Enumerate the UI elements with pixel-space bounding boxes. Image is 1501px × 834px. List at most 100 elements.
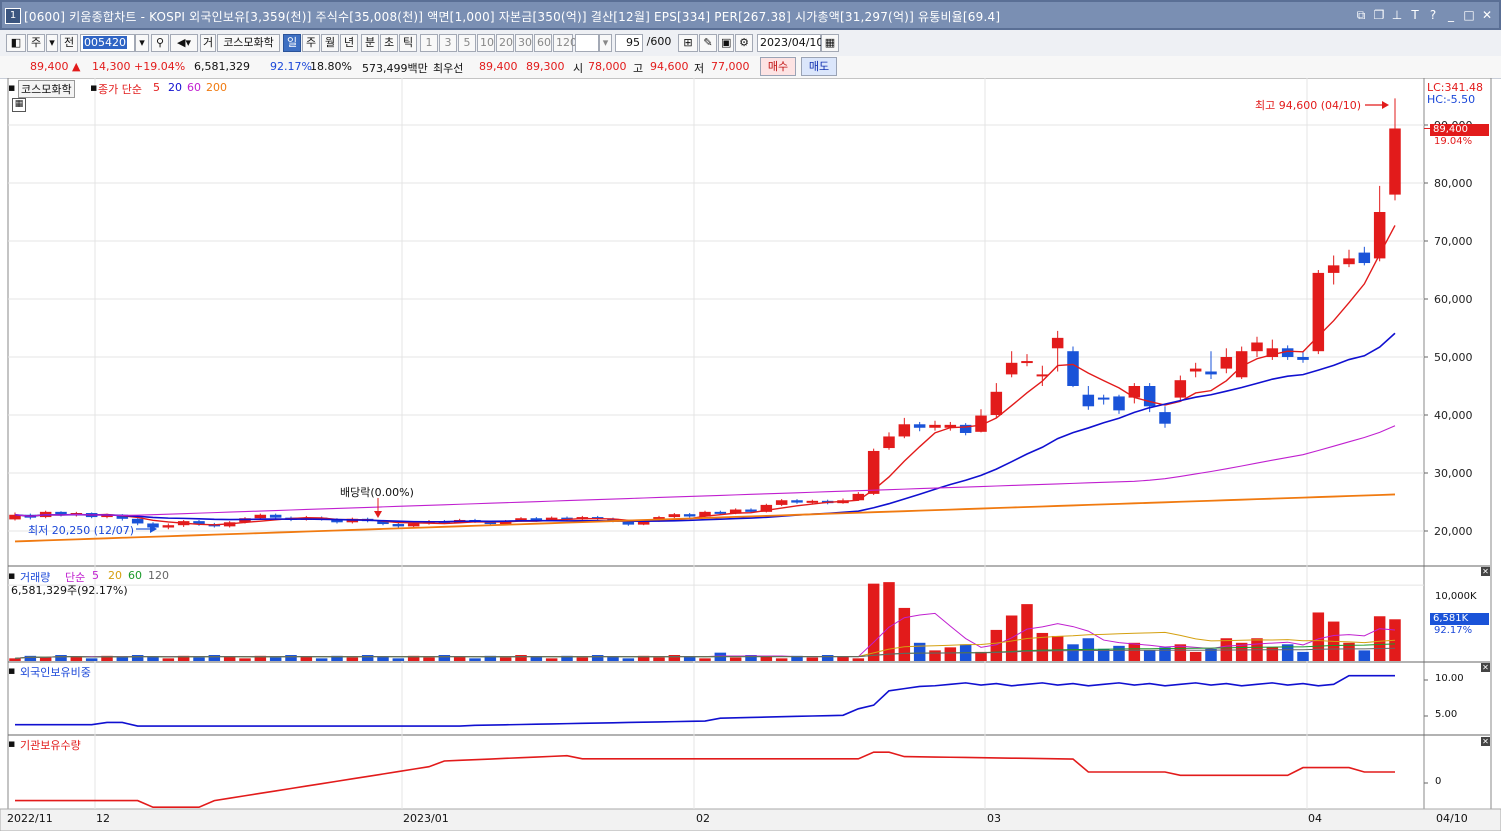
vol-ma20-legend[interactable]: 20 [108, 569, 122, 582]
quote-bar: 89,400 ▲ 14,300 +19.04% 6,581,329 92.17%… [0, 56, 1501, 79]
draw-tool-icon[interactable]: ✎ [699, 34, 717, 52]
candle-body [1205, 371, 1217, 375]
volume-bar [423, 657, 435, 661]
inst-title[interactable]: 기관보유수량 [20, 737, 81, 753]
minute-5-button[interactable]: 5 [458, 34, 476, 52]
stock-name-label: 코스모화학 [217, 34, 280, 52]
prev-button[interactable]: 전 [60, 34, 78, 52]
dividend-annotation: 배당락(0.00%) [340, 486, 414, 499]
stock-tag[interactable]: 코스모화학 [18, 80, 75, 98]
volume-bar [469, 658, 481, 661]
custom-interval-input[interactable] [575, 34, 599, 52]
minute-120-button[interactable]: 120 [553, 34, 577, 52]
x-right-label: 04/10 [1436, 812, 1468, 825]
ma5-legend[interactable]: 5 [153, 81, 160, 94]
vol-ma60-legend[interactable]: 60 [128, 569, 142, 582]
inst-close-icon[interactable]: ✕ [1481, 737, 1490, 746]
period-selector[interactable]: 주 [27, 34, 45, 52]
candle-body [1082, 394, 1095, 407]
volume-bar [300, 656, 313, 661]
price-y-tick-label: 60,000 [1434, 293, 1473, 306]
high-price: 94,600 [650, 60, 689, 73]
foreign-title[interactable]: 외국인보유비중 [20, 664, 91, 680]
link-icon[interactable]: ⧉ [1355, 8, 1367, 23]
ma200-legend[interactable]: 200 [206, 81, 227, 94]
custom-interval-dropdown-icon[interactable]: ▾ [599, 34, 612, 52]
window-number-icon[interactable]: 1 [5, 8, 21, 24]
minute-30-button[interactable]: 30 [515, 34, 533, 52]
minimize-icon[interactable]: _ [1445, 8, 1457, 23]
count-input[interactable]: 95 [615, 34, 643, 52]
vol-ma5-legend[interactable]: 5 [92, 569, 99, 582]
save-icon[interactable]: ▣ [718, 34, 734, 52]
close-icon[interactable]: ✕ [1481, 8, 1493, 23]
minute-1-button[interactable]: 1 [420, 34, 438, 52]
settings-icon[interactable]: ⚙ [735, 34, 753, 52]
price-y-tick-label: 40,000 [1434, 409, 1473, 422]
window-title: [0600] 키움종합차트 - KOSPI 외국인보유[3,359(천)] 주식… [24, 10, 1001, 24]
panel-marker-icon[interactable]: ▪ [8, 81, 15, 94]
plot-frame [7, 77, 1425, 810]
code-dropdown-icon[interactable]: ▾ [135, 34, 149, 52]
pin-icon[interactable]: ⊥ [1391, 8, 1403, 23]
foreign-y-tick-10: 10.00 [1435, 673, 1464, 684]
speaker-icon[interactable]: ◀▾ [170, 34, 198, 52]
volume-bar [377, 656, 389, 661]
interval-second-tab[interactable]: 초 [380, 34, 398, 52]
table-view-icon[interactable]: ▦ [12, 98, 26, 112]
candle-body [1021, 361, 1033, 364]
candle-body [867, 450, 880, 494]
period-dropdown-icon[interactable]: ▾ [46, 34, 58, 52]
interval-tick-tab[interactable]: 틱 [399, 34, 417, 52]
interval-month-tab[interactable]: 월 [321, 34, 339, 52]
buy-button[interactable]: 매수 [760, 57, 796, 76]
volume-bar [70, 656, 83, 661]
close-legend[interactable]: 종가 단순 [98, 81, 142, 97]
chart-menu-icon[interactable]: ◧ [6, 34, 26, 52]
price-chart-svg[interactable]: 90,00080,00070,00060,00050,00040,00030,0… [0, 77, 1501, 832]
minute-10-button[interactable]: 10 [477, 34, 495, 52]
volume-close-icon[interactable]: ✕ [1481, 567, 1490, 576]
volume-bar [1373, 616, 1386, 661]
candle-body [162, 525, 175, 528]
chart-area[interactable]: 90,00080,00070,00060,00050,00040,00030,0… [0, 77, 1501, 832]
maximize-icon[interactable]: □ [1463, 8, 1475, 23]
volume-bar [821, 655, 834, 661]
search-icon[interactable]: ⚲ [151, 34, 169, 52]
minute-3-button[interactable]: 3 [439, 34, 457, 52]
calendar-icon[interactable]: ▦ [821, 34, 839, 52]
sell-button[interactable]: 매도 [801, 57, 837, 76]
trade-button[interactable]: 거 [200, 34, 216, 52]
candle-body [1251, 342, 1263, 352]
restore-icon[interactable]: ❐ [1373, 8, 1385, 23]
foreign-y-tick-5: 5.00 [1435, 709, 1458, 720]
volume-bar [315, 658, 328, 661]
interval-minute-tab[interactable]: 분 [361, 34, 379, 52]
minute-20-button[interactable]: 20 [496, 34, 514, 52]
ma60-legend[interactable]: 60 [187, 81, 201, 94]
interval-week-tab[interactable]: 주 [302, 34, 320, 52]
volume-bar [239, 658, 251, 661]
volume-bar [208, 655, 221, 661]
indicator-icon[interactable]: ⊞ [678, 34, 698, 52]
interval-day-tab[interactable]: 일 [283, 34, 301, 52]
volume-bar [775, 658, 788, 661]
volume-bar [438, 655, 451, 661]
candle-body [392, 524, 405, 527]
minute-60-button[interactable]: 60 [534, 34, 552, 52]
ma20-legend[interactable]: 20 [168, 81, 182, 94]
help-icon[interactable]: ? [1427, 8, 1439, 23]
stock-code-input[interactable]: 005420 [80, 34, 135, 52]
vol-ma120-legend[interactable]: 120 [148, 569, 169, 582]
price-y-tick-label: 70,000 [1434, 235, 1473, 248]
volume-bar [668, 655, 681, 661]
volume-bar [1297, 651, 1309, 661]
price-y-tick-label: 30,000 [1434, 467, 1473, 480]
date-input[interactable]: 2023/04/10 [757, 34, 823, 52]
candle-body [883, 436, 895, 449]
font-size-icon[interactable]: T [1409, 8, 1421, 23]
foreign-close-icon[interactable]: ✕ [1481, 663, 1490, 672]
inst-marker-icon: ▪ [8, 737, 16, 750]
interval-year-tab[interactable]: 년 [340, 34, 358, 52]
volume-bar [653, 657, 665, 661]
